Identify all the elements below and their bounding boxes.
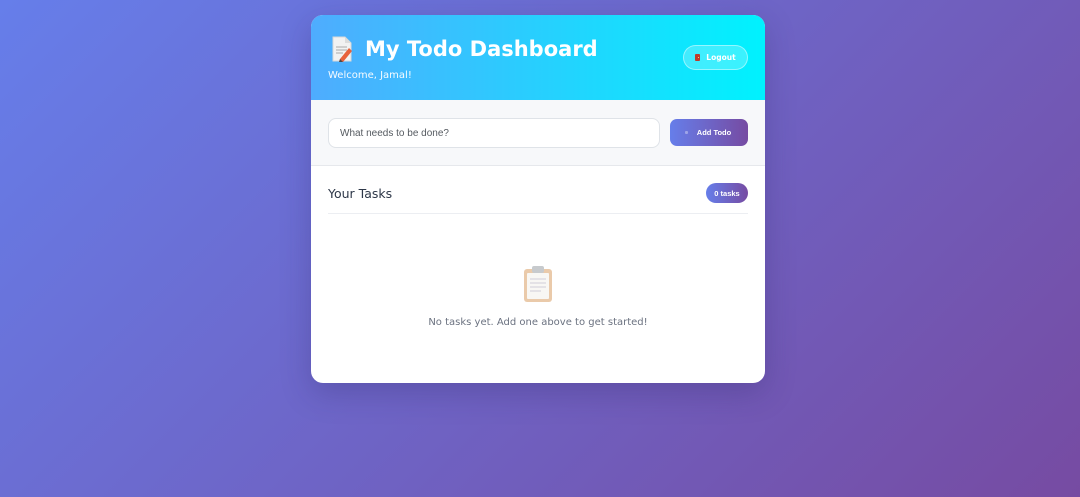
dashboard-header: My Todo Dashboard Welcome, Jamal! Logout	[311, 15, 765, 100]
tasks-header: Your Tasks 0 tasks	[328, 183, 748, 214]
door-icon	[695, 54, 701, 61]
memo-icon	[331, 36, 353, 62]
welcome-message: Welcome, Jamal!	[328, 70, 412, 81]
todo-input[interactable]	[328, 118, 660, 148]
empty-state-text: No tasks yet. Add one above to get start…	[428, 317, 648, 328]
page: { "header": { "title": "My Todo Dashboar…	[0, 0, 1080, 497]
task-count-badge: 0 tasks	[706, 183, 748, 203]
tasks-title: Your Tasks	[328, 186, 393, 201]
clipboard-icon	[523, 265, 553, 303]
logout-button[interactable]: Logout	[683, 45, 748, 70]
empty-state: No tasks yet. Add one above to get start…	[311, 265, 765, 328]
add-todo-button[interactable]: Add Todo	[670, 119, 748, 146]
todo-card: My Todo Dashboard Welcome, Jamal! Logout…	[311, 15, 765, 383]
plus-icon	[685, 131, 688, 134]
add-todo-label: Add Todo	[696, 128, 732, 137]
logout-label: Logout	[706, 53, 736, 62]
add-todo-section: Add Todo	[311, 100, 765, 166]
title-row: My Todo Dashboard	[331, 35, 598, 63]
page-title: My Todo Dashboard	[365, 37, 598, 61]
